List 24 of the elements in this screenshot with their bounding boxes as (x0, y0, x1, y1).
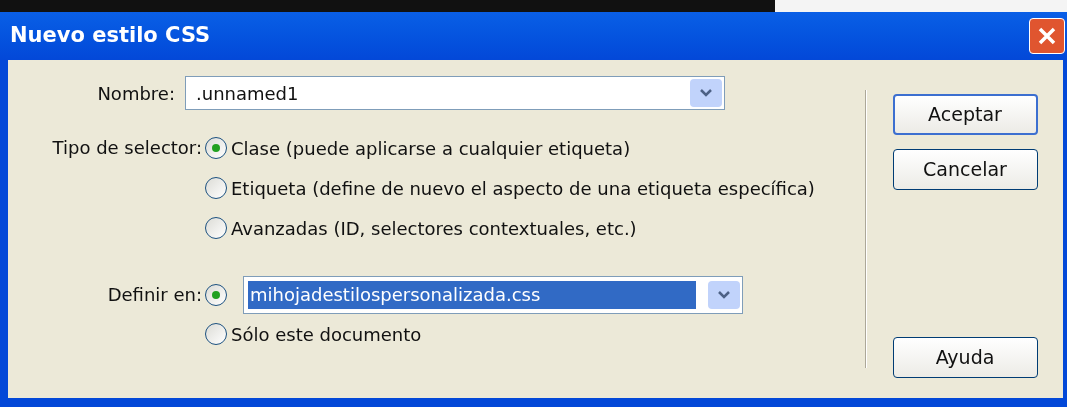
radio-button[interactable] (205, 177, 227, 199)
radio-label: Clase (puede aplicarse a cualquier etiqueta) (231, 136, 631, 161)
dialog-button[interactable]: Aceptar (892, 94, 1038, 135)
close-icon (1037, 26, 1057, 46)
field-label: Nombre: (96, 81, 176, 106)
window-title: Nuevo estilo CSS (10, 22, 211, 50)
chevron-down-icon (717, 290, 731, 300)
radio-button[interactable] (205, 217, 227, 239)
dialog-button[interactable]: Ayuda (892, 337, 1038, 378)
radio-button[interactable] (205, 323, 227, 345)
radio-button[interactable] (205, 284, 227, 306)
dropdown-arrow-button[interactable] (708, 281, 740, 309)
radio-label: Etiqueta (define de nuevo el aspecto de una etiqueta específica) (231, 176, 815, 201)
radio-label: Sólo este documento (231, 322, 422, 347)
chevron-down-icon (699, 88, 713, 98)
field-label: Tipo de selector: (51, 136, 203, 160)
close-button[interactable] (1029, 18, 1065, 54)
field-label: Definir en: (106, 283, 203, 307)
dropdown-arrow-button[interactable] (690, 79, 722, 107)
name-combo-box[interactable]: .unnamed1 (185, 76, 725, 110)
stylesheet-combo-box[interactable]: mihojadestilospersonalizada.css (243, 276, 743, 314)
radio-button[interactable] (205, 137, 227, 159)
radio-label: Avanzadas (ID, selectores contextuales, etc.) (231, 216, 637, 241)
dialog-button[interactable]: Cancelar (892, 149, 1038, 190)
